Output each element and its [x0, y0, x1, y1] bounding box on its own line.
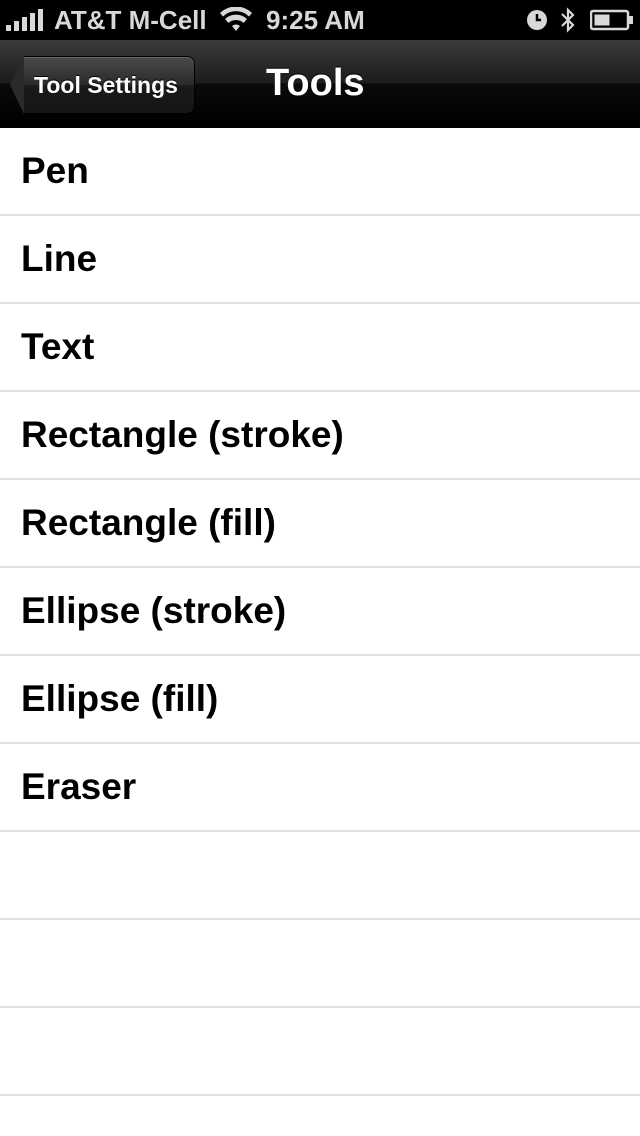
tool-row-ellipse-stroke[interactable]: Ellipse (stroke): [0, 568, 640, 656]
tool-row-rectangle-stroke[interactable]: Rectangle (stroke): [0, 392, 640, 480]
tool-label: Rectangle (fill): [21, 502, 276, 543]
empty-row: [0, 920, 640, 1008]
back-button-body[interactable]: Tool Settings: [24, 56, 195, 114]
back-button[interactable]: Tool Settings: [10, 56, 195, 114]
status-bar: AT&T M-Cell 9:25 AM: [0, 0, 640, 40]
status-left: AT&T M-Cell: [6, 4, 253, 36]
status-right: [526, 4, 634, 36]
screen: AT&T M-Cell 9:25 AM Tool Settings Tools …: [0, 0, 640, 1136]
tool-row-ellipse-fill[interactable]: Ellipse (fill): [0, 656, 640, 744]
wifi-icon: [219, 7, 252, 31]
tool-label: Ellipse (stroke): [21, 590, 287, 631]
tool-row-rectangle-fill[interactable]: Rectangle (fill): [0, 480, 640, 568]
back-arrow-icon: [10, 56, 24, 114]
tool-label: Ellipse (fill): [21, 678, 219, 719]
battery-icon: [590, 9, 633, 31]
back-button-label: Tool Settings: [34, 71, 178, 98]
empty-row: [0, 1008, 640, 1096]
bluetooth-icon: [561, 7, 575, 33]
tool-list: Pen Line Text Rectangle (stroke) Rectang…: [0, 128, 640, 1096]
navigation-bar: Tool Settings Tools: [0, 40, 640, 128]
signal-icon: [6, 9, 46, 31]
page-title: Tools: [266, 62, 365, 104]
tool-label: Text: [21, 326, 95, 367]
tool-label: Eraser: [21, 766, 137, 807]
tool-row-eraser[interactable]: Eraser: [0, 744, 640, 832]
tool-label: Line: [21, 238, 98, 279]
status-time: 9:25 AM: [266, 5, 365, 35]
tool-label: Pen: [21, 150, 89, 191]
tool-row-line[interactable]: Line: [0, 216, 640, 304]
tool-row-text[interactable]: Text: [0, 304, 640, 392]
carrier-name: AT&T M-Cell: [54, 4, 207, 35]
tool-row-pen[interactable]: Pen: [0, 128, 640, 216]
alarm-icon: [527, 10, 547, 30]
empty-row: [0, 832, 640, 920]
tool-label: Rectangle (stroke): [21, 414, 344, 455]
